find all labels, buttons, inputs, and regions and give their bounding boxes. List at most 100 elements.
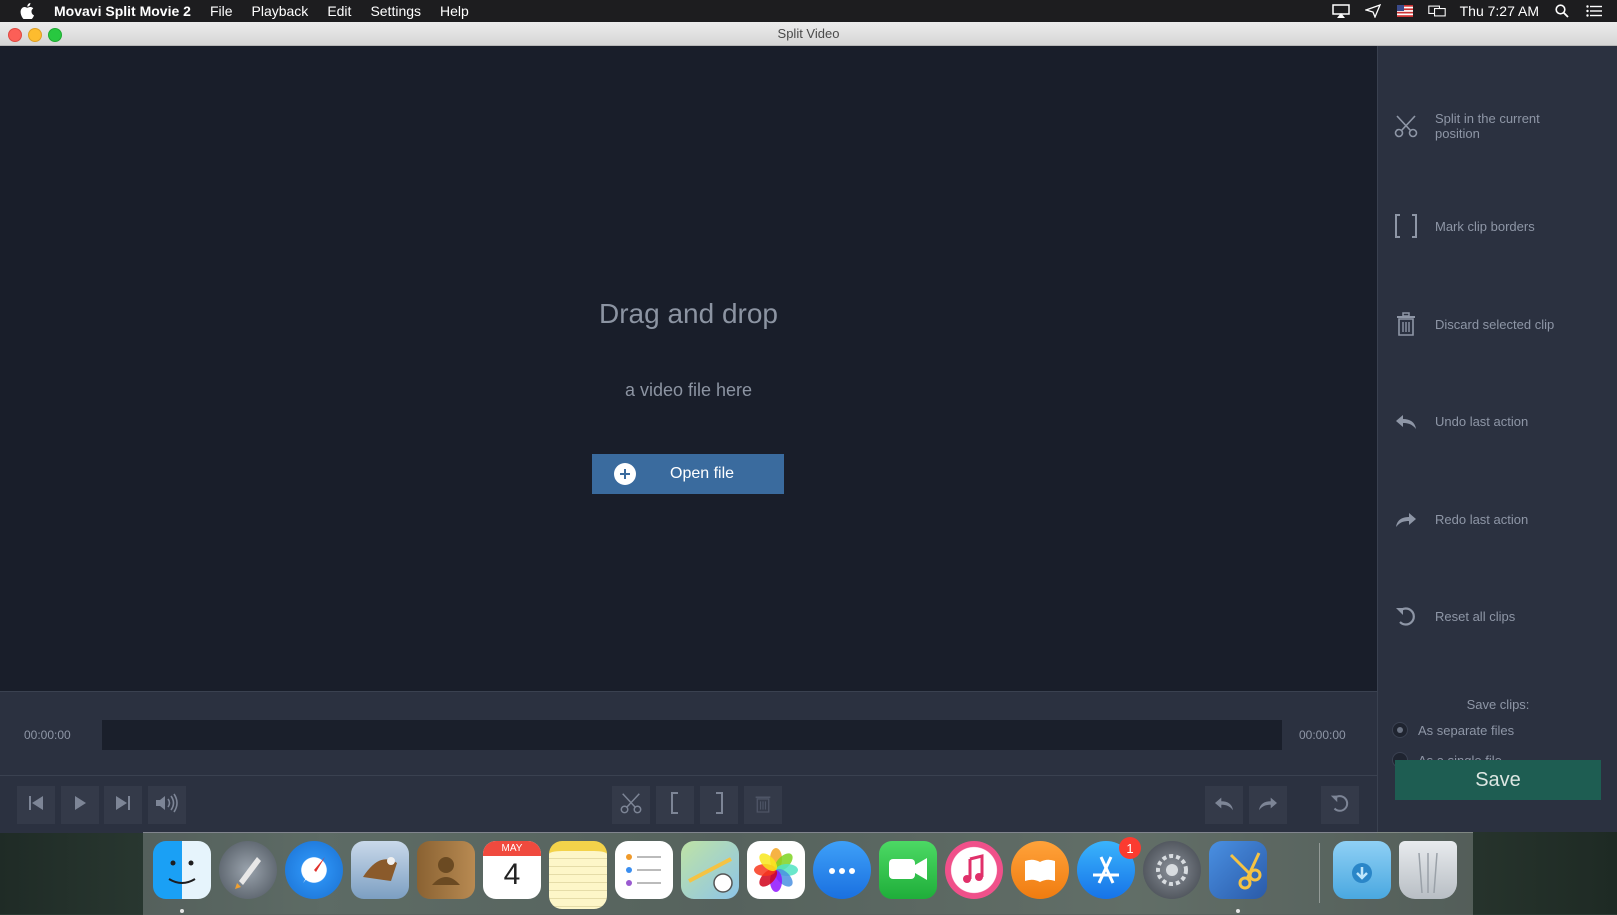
zoom-window-button[interactable] <box>48 28 62 42</box>
skip-back-icon <box>27 795 45 816</box>
scissors-icon <box>1392 113 1420 139</box>
calendar-dock-icon[interactable]: MAY 4 <box>483 841 541 899</box>
downloads-folder-dock-icon[interactable] <box>1333 841 1391 899</box>
brackets-icon <box>1392 213 1420 239</box>
delete-clip-button[interactable] <box>744 786 782 824</box>
app-name-menu[interactable]: Movavi Split Movie 2 <box>54 3 191 19</box>
launchpad-dock-icon[interactable] <box>219 841 277 899</box>
reset-icon <box>1392 604 1420 628</box>
redo-button[interactable] <box>1249 786 1287 824</box>
spotlight-search-icon[interactable] <box>1553 4 1571 18</box>
mark-in-button[interactable] <box>656 786 694 824</box>
play-button[interactable] <box>61 786 99 824</box>
undo-last-action[interactable]: Undo last action <box>1378 401 1617 441</box>
ibooks-dock-icon[interactable] <box>1011 841 1069 899</box>
volume-icon <box>154 793 180 818</box>
option-separate-files[interactable]: As separate files <box>1392 722 1514 738</box>
airplay-icon[interactable] <box>1331 4 1350 18</box>
timeline-track[interactable] <box>102 720 1282 750</box>
timeline-area: 00:00:00 00:00:00 <box>0 691 1377 776</box>
mark-clip-borders-action[interactable]: Mark clip borders <box>1378 206 1617 246</box>
facetime-dock-icon[interactable] <box>879 841 937 899</box>
plus-circle-icon <box>614 463 636 485</box>
undo-icon <box>1392 411 1420 431</box>
drag-drop-title: Drag and drop <box>598 298 778 329</box>
mail-dock-icon[interactable] <box>351 841 409 899</box>
notification-center-icon[interactable] <box>1585 4 1603 18</box>
go-to-end-button[interactable] <box>104 786 142 824</box>
play-icon <box>72 795 88 816</box>
display-mirroring-icon[interactable] <box>1427 4 1446 18</box>
open-file-button[interactable]: Open file <box>592 454 784 494</box>
save-button[interactable]: Save <box>1395 760 1601 800</box>
redo-last-action-label: Redo last action <box>1435 511 1529 527</box>
save-clips-title: Save clips: <box>1466 697 1530 712</box>
scissors-icon <box>619 791 643 820</box>
skip-forward-icon <box>114 795 132 816</box>
safari-dock-icon[interactable] <box>285 841 343 899</box>
menu-help[interactable]: Help <box>440 3 469 19</box>
reset-button[interactable] <box>1321 786 1359 824</box>
window-titlebar: Split Video <box>0 22 1617 46</box>
movavi-running-indicator <box>1236 909 1240 913</box>
photos-dock-icon[interactable] <box>747 841 805 899</box>
menubar-clock[interactable]: Thu 7:27 AM <box>1460 3 1539 19</box>
trash-icon <box>1392 312 1420 336</box>
undo-button[interactable] <box>1205 786 1243 824</box>
open-file-label: Open file <box>670 465 735 482</box>
trash-dock-icon[interactable] <box>1399 841 1457 899</box>
left-bracket-icon <box>668 791 682 820</box>
notes-dock-icon[interactable] <box>549 841 607 909</box>
app-store-badge: 1 <box>1119 837 1141 859</box>
close-window-button[interactable] <box>8 28 22 42</box>
redo-icon <box>1257 794 1279 817</box>
undo-last-action-label: Undo last action <box>1435 413 1529 429</box>
mark-out-button[interactable] <box>700 786 738 824</box>
redo-icon <box>1392 509 1420 529</box>
calendar-month: MAY <box>483 841 541 856</box>
timeline-end-time: 00:00:00 <box>1299 728 1346 742</box>
playback-controls <box>0 775 1377 833</box>
volume-button[interactable] <box>148 786 186 824</box>
mark-clip-borders-label: Mark clip borders <box>1435 218 1535 234</box>
finder-dock-icon[interactable] <box>153 841 211 899</box>
go-to-start-button[interactable] <box>17 786 55 824</box>
itunes-dock-icon[interactable] <box>945 841 1003 899</box>
timeline-start-time: 00:00:00 <box>24 728 71 742</box>
right-bracket-icon <box>712 791 726 820</box>
reset-all-clips-action[interactable]: Reset all clips <box>1378 596 1617 636</box>
reset-icon <box>1329 792 1351 819</box>
window-title: Split Video <box>777 26 840 41</box>
system-preferences-dock-icon[interactable] <box>1143 841 1201 899</box>
minimize-window-button[interactable] <box>28 28 42 42</box>
actions-sidebar: Split in the current position Mark clip … <box>1377 46 1617 832</box>
contacts-dock-icon[interactable] <box>417 841 475 899</box>
menu-edit[interactable]: Edit <box>327 3 351 19</box>
dock: MAY 4 1 <box>143 832 1473 915</box>
split-current-position-label: Split in the current position <box>1435 111 1540 141</box>
split-current-position-action[interactable]: Split in the current position <box>1378 106 1617 146</box>
menu-settings[interactable]: Settings <box>370 3 421 19</box>
us-flag-icon[interactable] <box>1396 4 1414 18</box>
menu-file[interactable]: File <box>210 3 233 19</box>
split-video-window: Split Video Drag and drop a video file h… <box>0 22 1617 833</box>
separate-files-radio[interactable] <box>1392 722 1408 738</box>
menubar: Movavi Split Movie 2 File Playback Edit … <box>0 0 1617 22</box>
calendar-day: 4 <box>503 858 521 891</box>
split-button[interactable] <box>612 786 650 824</box>
drag-drop-subtitle: a video file here <box>624 380 753 400</box>
dock-separator <box>1319 843 1320 903</box>
redo-last-action[interactable]: Redo last action <box>1378 499 1617 539</box>
maps-dock-icon[interactable] <box>681 841 739 899</box>
apple-menu-icon[interactable] <box>20 3 38 19</box>
app-store-dock-icon[interactable]: 1 <box>1077 837 1141 899</box>
discard-selected-clip-label: Discard selected clip <box>1435 316 1555 332</box>
movavi-split-movie-dock-icon[interactable] <box>1209 841 1267 899</box>
video-drop-zone[interactable]: Drag and drop a video file here Open fil… <box>0 46 1377 691</box>
reminders-dock-icon[interactable] <box>615 841 673 899</box>
messages-dock-icon[interactable] <box>813 841 871 899</box>
discard-selected-clip-action[interactable]: Discard selected clip <box>1378 304 1617 344</box>
location-arrow-icon[interactable] <box>1364 4 1382 18</box>
undo-icon <box>1213 794 1235 817</box>
menu-playback[interactable]: Playback <box>252 3 309 19</box>
